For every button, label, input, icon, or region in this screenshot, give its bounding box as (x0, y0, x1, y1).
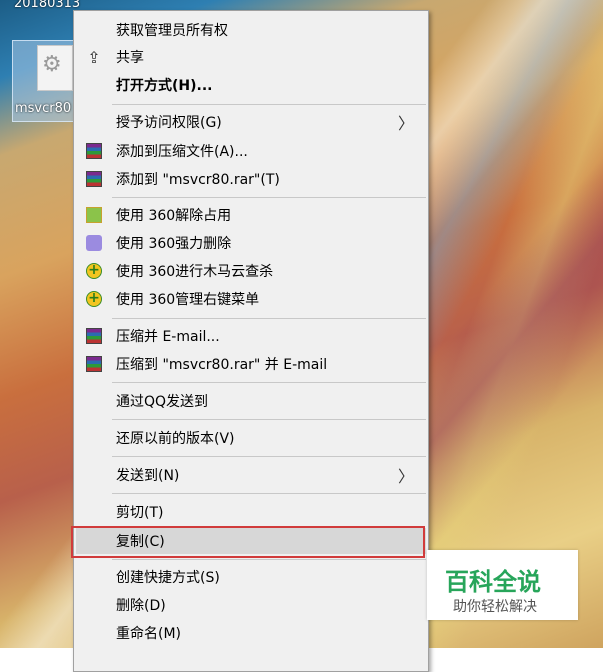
highlight-annotation-box (71, 526, 425, 558)
menu-item-delete[interactable]: 删除(D) (76, 592, 426, 618)
menu-item-cut[interactable]: 剪切(T) (76, 499, 426, 525)
360-delete-icon (85, 234, 103, 252)
menu-item-label: 添加到压缩文件(A)... (116, 144, 248, 160)
menu-item-label: 共享 (116, 50, 144, 66)
360-scan-icon: + (85, 262, 103, 280)
menu-item-label: 压缩到 "msvcr80.rar" 并 E-mail (116, 357, 328, 373)
menu-item-360-scan[interactable]: + 使用 360进行木马云查杀 (76, 258, 426, 284)
context-menu: 获取管理员所有权 ⇪ 共享 打开方式(H)... 授予访问权限(G) 〉 添加到… (73, 10, 429, 672)
menu-item-label: 使用 360进行木马云查杀 (116, 264, 274, 280)
file-name-label: msvcr80 (15, 101, 72, 116)
gear-icon: ⚙ (42, 52, 62, 77)
chevron-right-icon: 〉 (397, 114, 414, 133)
menu-separator (112, 559, 426, 560)
winrar-icon (85, 142, 103, 160)
menu-separator (112, 382, 426, 383)
menu-item-compress-email[interactable]: 压缩并 E-mail... (76, 323, 426, 349)
menu-separator (112, 493, 426, 494)
menu-item-create-shortcut[interactable]: 创建快捷方式(S) (76, 564, 426, 590)
menu-item-label: 通过QQ发送到 (116, 394, 209, 410)
menu-item-take-ownership[interactable]: 获取管理员所有权 (76, 17, 426, 43)
menu-item-send-via-qq[interactable]: 通过QQ发送到 (76, 388, 426, 414)
menu-item-360-unlock[interactable]: 使用 360解除占用 (76, 202, 426, 228)
watermark-subtitle: 助你轻松解决 (453, 599, 537, 615)
menu-separator (112, 318, 426, 319)
menu-item-label: 授予访问权限(G) (116, 115, 222, 131)
menu-item-label: 打开方式(H)... (116, 78, 213, 94)
menu-item-label: 删除(D) (116, 598, 166, 614)
menu-item-grant-access[interactable]: 授予访问权限(G) 〉 (76, 109, 426, 135)
menu-item-label: 重命名(M) (116, 626, 182, 642)
menu-item-label: 发送到(N) (116, 468, 180, 484)
menu-separator (112, 197, 426, 198)
menu-item-label: 还原以前的版本(V) (116, 431, 235, 447)
menu-item-compress-rar-email[interactable]: 压缩到 "msvcr80.rar" 并 E-mail (76, 351, 426, 377)
menu-item-label: 压缩并 E-mail... (116, 329, 220, 345)
menu-item-rename[interactable]: 重命名(M) (76, 620, 426, 646)
watermark-title: 百科全说 (445, 568, 541, 596)
chevron-right-icon: 〉 (397, 467, 414, 486)
menu-item-add-to-archive[interactable]: 添加到压缩文件(A)... (76, 138, 426, 164)
menu-item-add-to-rar[interactable]: 添加到 "msvcr80.rar"(T) (76, 166, 426, 192)
menu-item-360-delete[interactable]: 使用 360强力删除 (76, 230, 426, 256)
winrar-icon (85, 170, 103, 188)
menu-item-label: 创建快捷方式(S) (116, 570, 220, 586)
winrar-icon (85, 355, 103, 373)
360-unlock-icon (85, 206, 103, 224)
menu-item-share[interactable]: ⇪ 共享 (76, 44, 426, 70)
menu-item-send-to[interactable]: 发送到(N) 〉 (76, 462, 426, 488)
menu-item-label: 添加到 "msvcr80.rar"(T) (116, 172, 280, 188)
menu-item-360-manage[interactable]: + 使用 360管理右键菜单 (76, 286, 426, 312)
menu-separator (112, 419, 426, 420)
menu-item-label: 使用 360解除占用 (116, 208, 232, 224)
menu-separator (112, 456, 426, 457)
360-manage-icon: + (85, 290, 103, 308)
menu-item-label: 使用 360强力删除 (116, 236, 232, 252)
watermark-logo: 百科全说 助你轻松解决 (427, 550, 578, 620)
menu-item-label: 获取管理员所有权 (116, 23, 228, 39)
menu-item-open-with[interactable]: 打开方式(H)... (76, 72, 426, 98)
dll-file-icon: ⚙ (37, 45, 73, 91)
menu-item-label: 使用 360管理右键菜单 (116, 292, 260, 308)
desktop-file-icon[interactable]: ⚙ msvcr80 (12, 40, 80, 122)
share-icon: ⇪ (87, 47, 101, 67)
menu-item-restore-versions[interactable]: 还原以前的版本(V) (76, 425, 426, 451)
desktop-folder-label[interactable]: 20180313 (14, 0, 80, 11)
menu-separator (112, 104, 426, 105)
menu-item-label: 剪切(T) (116, 505, 164, 521)
winrar-icon (85, 327, 103, 345)
